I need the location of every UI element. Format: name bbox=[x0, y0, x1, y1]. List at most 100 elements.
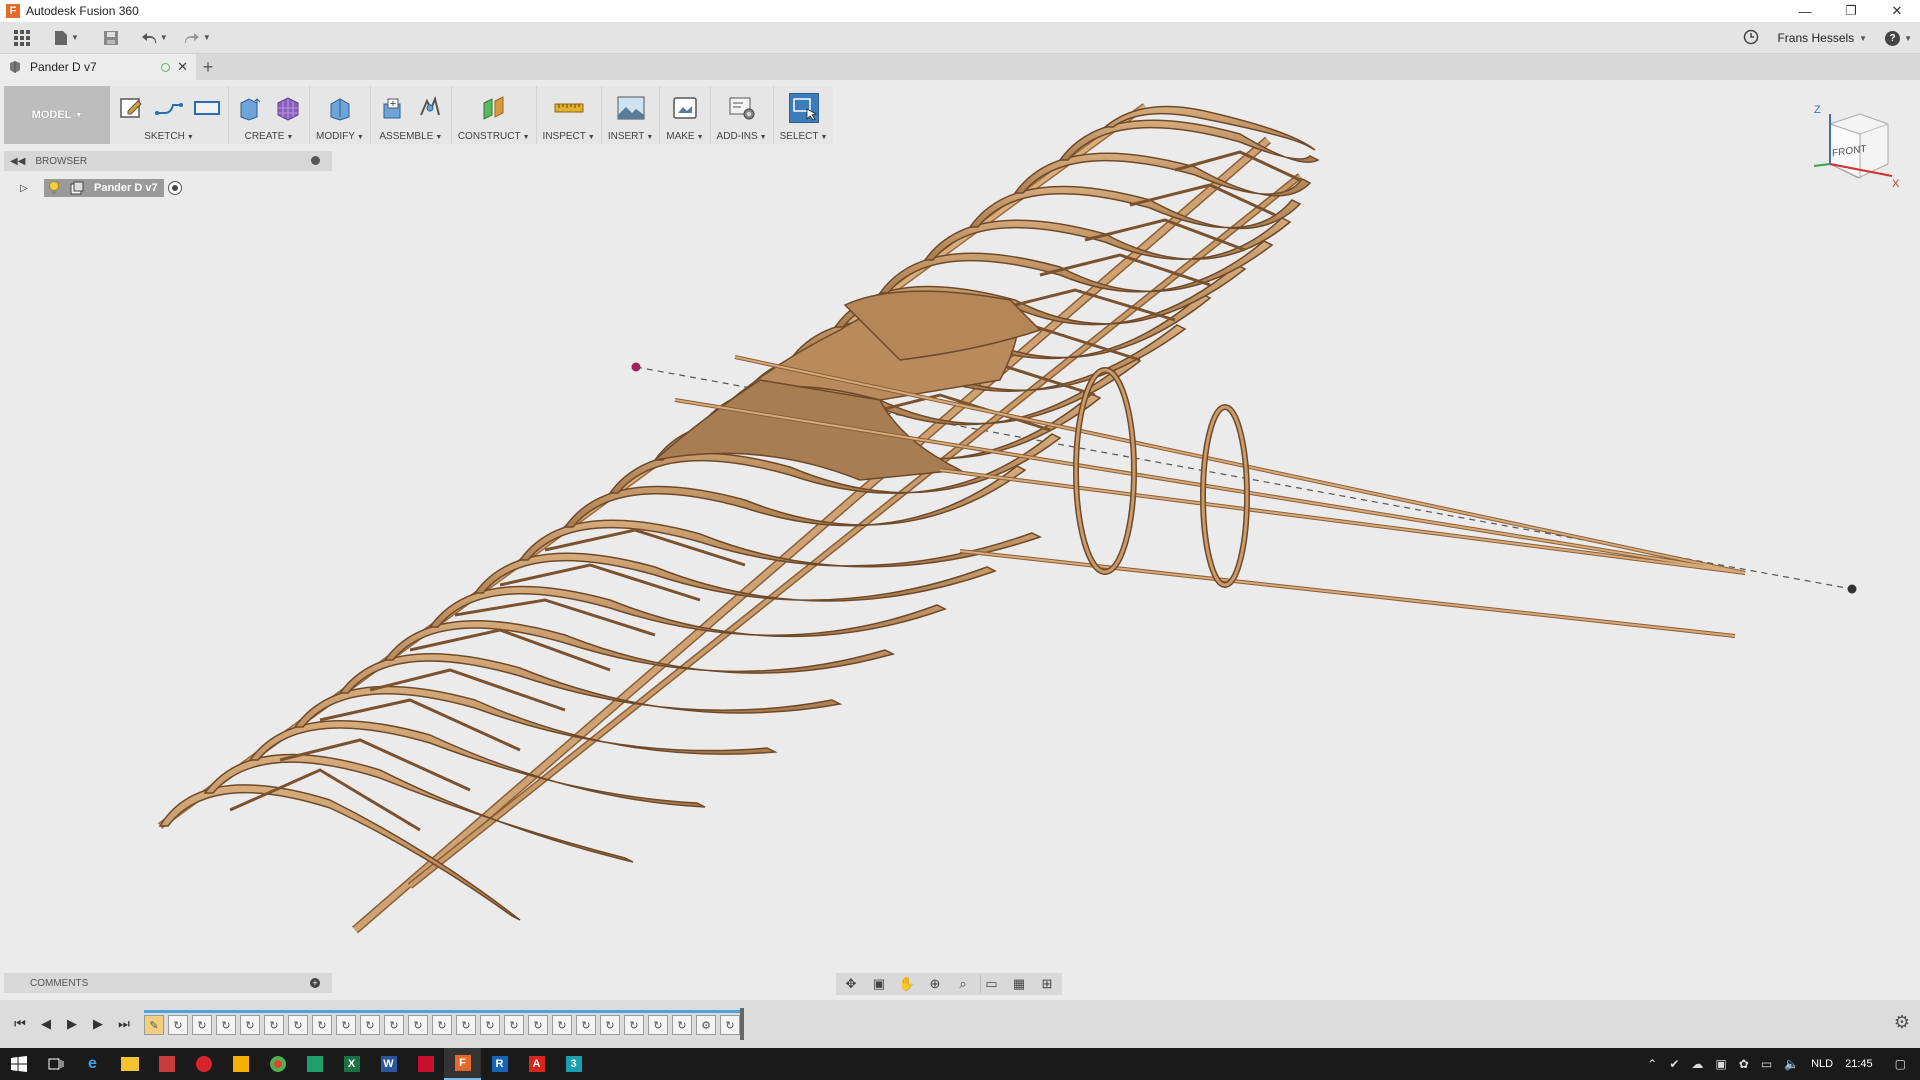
new-component-icon[interactable] bbox=[377, 93, 407, 123]
insert-menu[interactable]: INSERT ▼ bbox=[608, 131, 653, 142]
timeline-insert-feature[interactable]: ↻ bbox=[720, 1015, 740, 1035]
tray-app-icon[interactable]: ✿ bbox=[1739, 1057, 1749, 1071]
user-menu[interactable]: Frans Hessels ▼ bbox=[1777, 31, 1867, 45]
timeline-insert-feature[interactable]: ↻ bbox=[600, 1015, 620, 1035]
edge-browser-icon[interactable]: e bbox=[74, 1048, 111, 1080]
view-cube[interactable]: FRONT Z X bbox=[1810, 104, 1900, 194]
collapse-double-chevron-icon[interactable]: ◀◀ bbox=[10, 156, 25, 167]
timeline-first-icon[interactable]: ⏮ bbox=[8, 1012, 32, 1036]
restore-button[interactable]: ❐ bbox=[1828, 0, 1874, 22]
timeline-marker[interactable] bbox=[740, 1008, 744, 1040]
save-button[interactable] bbox=[103, 24, 119, 52]
excel-icon[interactable]: X bbox=[333, 1048, 370, 1080]
workspace-switcher[interactable]: MODEL ▼ bbox=[4, 86, 110, 144]
browser-root-node[interactable]: ▷ Pander D v7 bbox=[4, 177, 332, 199]
timeline-insert-feature[interactable]: ↻ bbox=[648, 1015, 668, 1035]
offset-plane-icon[interactable] bbox=[479, 93, 509, 123]
timeline-insert-feature[interactable]: ↻ bbox=[240, 1015, 260, 1035]
measure-icon[interactable] bbox=[554, 93, 584, 123]
orbit-icon[interactable]: ✥ bbox=[840, 975, 862, 993]
timeline-insert-feature[interactable]: ↻ bbox=[552, 1015, 572, 1035]
timeline-joint-feature[interactable]: ⚙ bbox=[696, 1015, 716, 1035]
scripts-addins-icon[interactable] bbox=[727, 93, 757, 123]
redo-button[interactable]: ▼ bbox=[184, 24, 211, 52]
insert-image-icon[interactable] bbox=[616, 93, 646, 123]
timeline-last-icon[interactable]: ⏭ bbox=[112, 1012, 136, 1036]
expand-triangle-icon[interactable]: ▷ bbox=[20, 183, 36, 194]
pin-icon[interactable] bbox=[311, 156, 320, 165]
undo-button[interactable]: ▼ bbox=[141, 24, 168, 52]
extrude-icon[interactable] bbox=[235, 93, 265, 123]
tray-app-icon[interactable]: ✔ bbox=[1669, 1057, 1679, 1071]
timeline-insert-feature[interactable]: ↻ bbox=[432, 1015, 452, 1035]
timeline-insert-feature[interactable]: ↻ bbox=[360, 1015, 380, 1035]
timeline-insert-feature[interactable]: ↻ bbox=[192, 1015, 212, 1035]
pan-hand-icon[interactable]: ✋ bbox=[896, 975, 918, 993]
tray-app-icon[interactable]: ▣ bbox=[1715, 1057, 1726, 1071]
select-menu[interactable]: SELECT ▼ bbox=[780, 131, 828, 142]
timeline-insert-feature[interactable]: ↻ bbox=[384, 1015, 404, 1035]
create-sketch-icon[interactable] bbox=[116, 93, 146, 123]
word-icon[interactable]: W bbox=[370, 1048, 407, 1080]
language-indicator[interactable]: NLD bbox=[1811, 1058, 1833, 1070]
timeline-previous-icon[interactable]: ◀ bbox=[34, 1012, 58, 1036]
file-explorer-icon[interactable] bbox=[111, 1048, 148, 1080]
app-yellow-icon[interactable] bbox=[222, 1048, 259, 1080]
clock[interactable]: 21:45 bbox=[1845, 1058, 1873, 1070]
app-red-icon[interactable] bbox=[407, 1048, 444, 1080]
tray-cloud-icon[interactable]: ☁ bbox=[1691, 1057, 1703, 1071]
new-tab-button[interactable]: + bbox=[196, 54, 220, 80]
timeline-insert-feature[interactable]: ↻ bbox=[528, 1015, 548, 1035]
activate-radio-icon[interactable] bbox=[167, 181, 182, 195]
viewports-icon[interactable]: ⊞ bbox=[1036, 975, 1058, 993]
rectangle-tool-icon[interactable] bbox=[192, 93, 222, 123]
tray-chevron-up-icon[interactable]: ⌃ bbox=[1647, 1057, 1657, 1071]
revit-icon[interactable]: R bbox=[481, 1048, 518, 1080]
job-status-clock-icon[interactable] bbox=[1743, 29, 1759, 48]
root-node-box[interactable]: Pander D v7 bbox=[44, 179, 164, 197]
look-at-icon[interactable]: ▣ bbox=[868, 975, 890, 993]
lightbulb-icon[interactable] bbox=[48, 181, 60, 195]
chrome-icon[interactable] bbox=[259, 1048, 296, 1080]
tab-pander-d-v7[interactable]: Pander D v7 ✕ bbox=[0, 54, 196, 80]
timeline-insert-feature[interactable]: ↻ bbox=[312, 1015, 332, 1035]
close-tab-icon[interactable]: ✕ bbox=[177, 59, 188, 75]
acrobat-icon[interactable]: A bbox=[518, 1048, 555, 1080]
comments-panel[interactable]: COMMENTS + bbox=[4, 973, 332, 993]
timeline-insert-feature[interactable]: ↻ bbox=[480, 1015, 500, 1035]
app-red-circle-icon[interactable] bbox=[185, 1048, 222, 1080]
help-menu[interactable]: ? ▼ bbox=[1885, 30, 1912, 46]
timeline-play-icon[interactable]: ▶ bbox=[60, 1012, 84, 1036]
chevron-down-icon[interactable]: ▼ bbox=[203, 33, 211, 42]
app-store-icon[interactable] bbox=[148, 1048, 185, 1080]
select-tool-icon[interactable] bbox=[788, 93, 819, 123]
form-icon[interactable] bbox=[273, 93, 303, 123]
close-window-button[interactable]: ✕ bbox=[1874, 0, 1920, 22]
notifications-icon[interactable]: ▢ bbox=[1895, 1057, 1906, 1071]
file-menu-button[interactable]: ▼ bbox=[54, 24, 79, 52]
press-pull-icon[interactable] bbox=[325, 93, 355, 123]
3d-print-icon[interactable] bbox=[670, 93, 700, 123]
addins-menu[interactable]: ADD-INS ▼ bbox=[717, 131, 767, 142]
zoom-icon[interactable]: ⊕ bbox=[924, 975, 946, 993]
sketch-menu[interactable]: SKETCH ▼ bbox=[144, 131, 194, 142]
network-icon[interactable]: ▭ bbox=[1761, 1057, 1772, 1071]
fit-zoom-icon[interactable]: ⌕ bbox=[952, 975, 974, 993]
fusion-360-taskbar-icon[interactable]: F bbox=[444, 1048, 481, 1080]
timeline-insert-feature[interactable]: ↻ bbox=[168, 1015, 188, 1035]
browser-header[interactable]: ◀◀ BROWSER bbox=[4, 151, 332, 171]
app-teal-icon[interactable]: 3 bbox=[555, 1048, 592, 1080]
timeline-next-icon[interactable]: ▶ bbox=[86, 1012, 110, 1036]
start-button[interactable] bbox=[0, 1048, 37, 1080]
timeline-settings-gear-icon[interactable]: ⚙ bbox=[1894, 1012, 1910, 1033]
timeline-insert-feature[interactable]: ↻ bbox=[288, 1015, 308, 1035]
create-menu[interactable]: CREATE ▼ bbox=[245, 131, 294, 142]
assemble-menu[interactable]: ASSEMBLE ▼ bbox=[379, 131, 442, 142]
minimize-button[interactable]: — bbox=[1782, 0, 1828, 22]
timeline-insert-feature[interactable]: ↻ bbox=[408, 1015, 428, 1035]
data-panel-grid-icon[interactable] bbox=[12, 24, 32, 52]
line-tool-icon[interactable] bbox=[154, 93, 184, 123]
timeline-insert-feature[interactable]: ↻ bbox=[216, 1015, 236, 1035]
timeline-insert-feature[interactable]: ↻ bbox=[576, 1015, 596, 1035]
volume-icon[interactable]: 🔈 bbox=[1784, 1057, 1799, 1071]
